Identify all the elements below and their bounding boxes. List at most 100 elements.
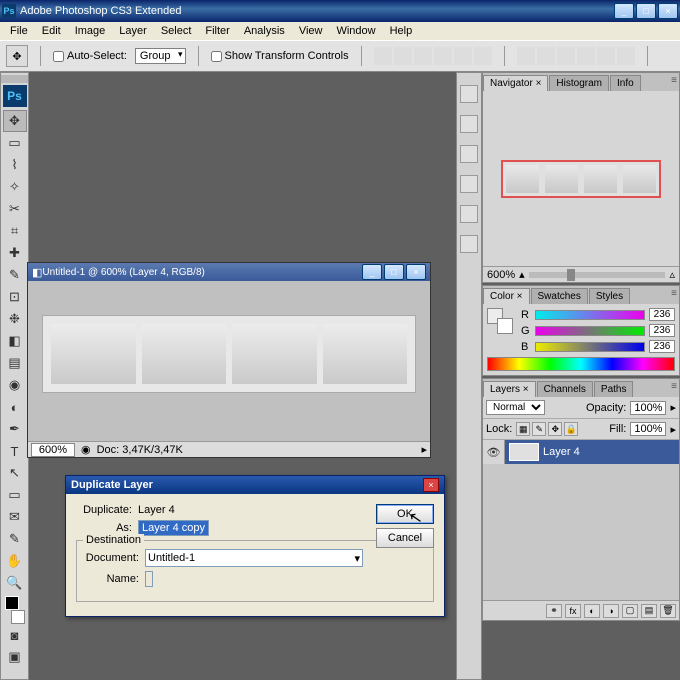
dock-icon[interactable] [460, 115, 478, 133]
dodge-tool[interactable]: ◐ [3, 396, 27, 418]
move-tool-indicator[interactable]: ✥ [6, 45, 28, 67]
dialog-close-button[interactable]: × [423, 478, 439, 492]
crop-tool[interactable]: ✂ [3, 198, 27, 220]
align-icon[interactable] [474, 47, 492, 65]
tab-layers[interactable]: Layers × [483, 381, 536, 397]
nav-zoom-value[interactable]: 600% [487, 269, 515, 281]
panel-menu-icon[interactable]: ≡ [671, 288, 677, 299]
opacity-value[interactable]: 100% [630, 401, 666, 415]
move-tool[interactable]: ✥ [3, 110, 27, 132]
fill-flyout-icon[interactable]: ▸ [670, 423, 676, 436]
hand-tool[interactable]: ✋ [3, 550, 27, 572]
g-slider[interactable] [535, 326, 645, 336]
doc-close-button[interactable]: × [406, 264, 426, 280]
dock-icon[interactable] [460, 145, 478, 163]
menu-view[interactable]: View [293, 23, 329, 39]
as-input[interactable]: Layer 4 copy [138, 520, 209, 536]
menu-help[interactable]: Help [384, 23, 419, 39]
blend-mode-select[interactable]: Normal [486, 400, 545, 415]
slice-tool[interactable]: ⌗ [3, 220, 27, 242]
tab-info[interactable]: Info [610, 75, 641, 91]
align-icon[interactable] [434, 47, 452, 65]
wand-tool[interactable]: ✧ [3, 176, 27, 198]
close-button[interactable]: × [658, 3, 678, 19]
doc-minimize-button[interactable]: _ [362, 264, 382, 280]
dock-icon[interactable] [460, 205, 478, 223]
align-icon[interactable] [394, 47, 412, 65]
tab-styles[interactable]: Styles [589, 288, 630, 304]
distribute-icon[interactable] [597, 47, 615, 65]
distribute-icon[interactable] [517, 47, 535, 65]
zoom-field[interactable]: 600% [31, 443, 75, 457]
doc-maximize-button[interactable]: □ [384, 264, 404, 280]
pen-tool[interactable]: ✒ [3, 418, 27, 440]
doc-info-icon[interactable]: ◉ [81, 443, 91, 456]
spectrum-bar[interactable] [487, 357, 675, 371]
history-brush-tool[interactable]: ❉ [3, 308, 27, 330]
menu-image[interactable]: Image [69, 23, 112, 39]
tab-histogram[interactable]: Histogram [549, 75, 609, 91]
name-input[interactable] [145, 571, 153, 587]
marquee-tool[interactable]: ▭ [3, 132, 27, 154]
layer-style-icon[interactable]: fx [565, 604, 581, 618]
scroll-right-icon[interactable]: ▸ [421, 443, 427, 456]
heal-tool[interactable]: ✚ [3, 242, 27, 264]
auto-select-dropdown[interactable]: Group [135, 48, 186, 64]
maximize-button[interactable]: □ [636, 3, 656, 19]
menu-analysis[interactable]: Analysis [238, 23, 291, 39]
lock-transparency-icon[interactable]: ▦ [516, 422, 530, 436]
layer-list[interactable]: 👁 Layer 4 [483, 440, 679, 600]
document-select[interactable]: Untitled-1▾ [145, 549, 363, 567]
type-tool[interactable]: T [3, 440, 27, 462]
minimize-button[interactable]: _ [614, 3, 634, 19]
b-value[interactable]: 236 [649, 340, 675, 353]
document-canvas[interactable] [28, 281, 430, 441]
shape-tool[interactable]: ▭ [3, 484, 27, 506]
blur-tool[interactable]: ◉ [3, 374, 27, 396]
visibility-icon[interactable]: 👁 [483, 440, 505, 464]
show-transform-checkbox[interactable]: Show Transform Controls [211, 50, 349, 62]
panel-menu-icon[interactable]: ≡ [671, 75, 677, 86]
path-tool[interactable]: ↖ [3, 462, 27, 484]
dock-icon[interactable] [460, 175, 478, 193]
screen-mode-tool[interactable]: ▣ [3, 646, 27, 668]
distribute-icon[interactable] [557, 47, 575, 65]
zoom-in-icon[interactable]: ▵ [669, 268, 675, 281]
tab-paths[interactable]: Paths [594, 381, 634, 397]
tab-navigator[interactable]: Navigator × [483, 75, 548, 91]
distribute-icon[interactable] [537, 47, 555, 65]
align-icon[interactable] [454, 47, 472, 65]
opacity-flyout-icon[interactable]: ▸ [670, 401, 676, 414]
zoom-tool[interactable]: 🔍 [3, 572, 27, 594]
color-swatches[interactable] [3, 596, 27, 624]
tab-swatches[interactable]: Swatches [531, 288, 588, 304]
auto-select-checkbox[interactable]: Auto-Select: [53, 50, 127, 62]
adjustment-layer-icon[interactable]: ◑ [603, 604, 619, 618]
menu-layer[interactable]: Layer [113, 23, 153, 39]
dock-icon[interactable] [460, 85, 478, 103]
r-value[interactable]: 236 [649, 308, 675, 321]
r-slider[interactable] [535, 310, 645, 320]
brush-tool[interactable]: ✎ [3, 264, 27, 286]
eraser-tool[interactable]: ◧ [3, 330, 27, 352]
notes-tool[interactable]: ✉ [3, 506, 27, 528]
ok-button[interactable]: OK [376, 504, 434, 524]
dock-icon[interactable] [460, 235, 478, 253]
new-group-icon[interactable]: ▢ [622, 604, 638, 618]
link-layers-icon[interactable]: ⚭ [546, 604, 562, 618]
lock-image-icon[interactable]: ✎ [532, 422, 546, 436]
new-layer-icon[interactable]: ▤ [641, 604, 657, 618]
menu-window[interactable]: Window [330, 23, 381, 39]
zoom-out-icon[interactable]: ▴ [519, 268, 525, 281]
color-swatch-pair[interactable] [487, 308, 513, 334]
gradient-tool[interactable]: ▤ [3, 352, 27, 374]
menu-file[interactable]: File [4, 23, 34, 39]
tab-color[interactable]: Color × [483, 288, 530, 304]
layer-row[interactable]: 👁 Layer 4 [483, 440, 679, 464]
b-slider[interactable] [535, 342, 645, 352]
g-value[interactable]: 236 [649, 324, 675, 337]
distribute-icon[interactable] [577, 47, 595, 65]
eyedropper-tool[interactable]: ✎ [3, 528, 27, 550]
layer-mask-icon[interactable]: ◐ [584, 604, 600, 618]
menu-edit[interactable]: Edit [36, 23, 67, 39]
